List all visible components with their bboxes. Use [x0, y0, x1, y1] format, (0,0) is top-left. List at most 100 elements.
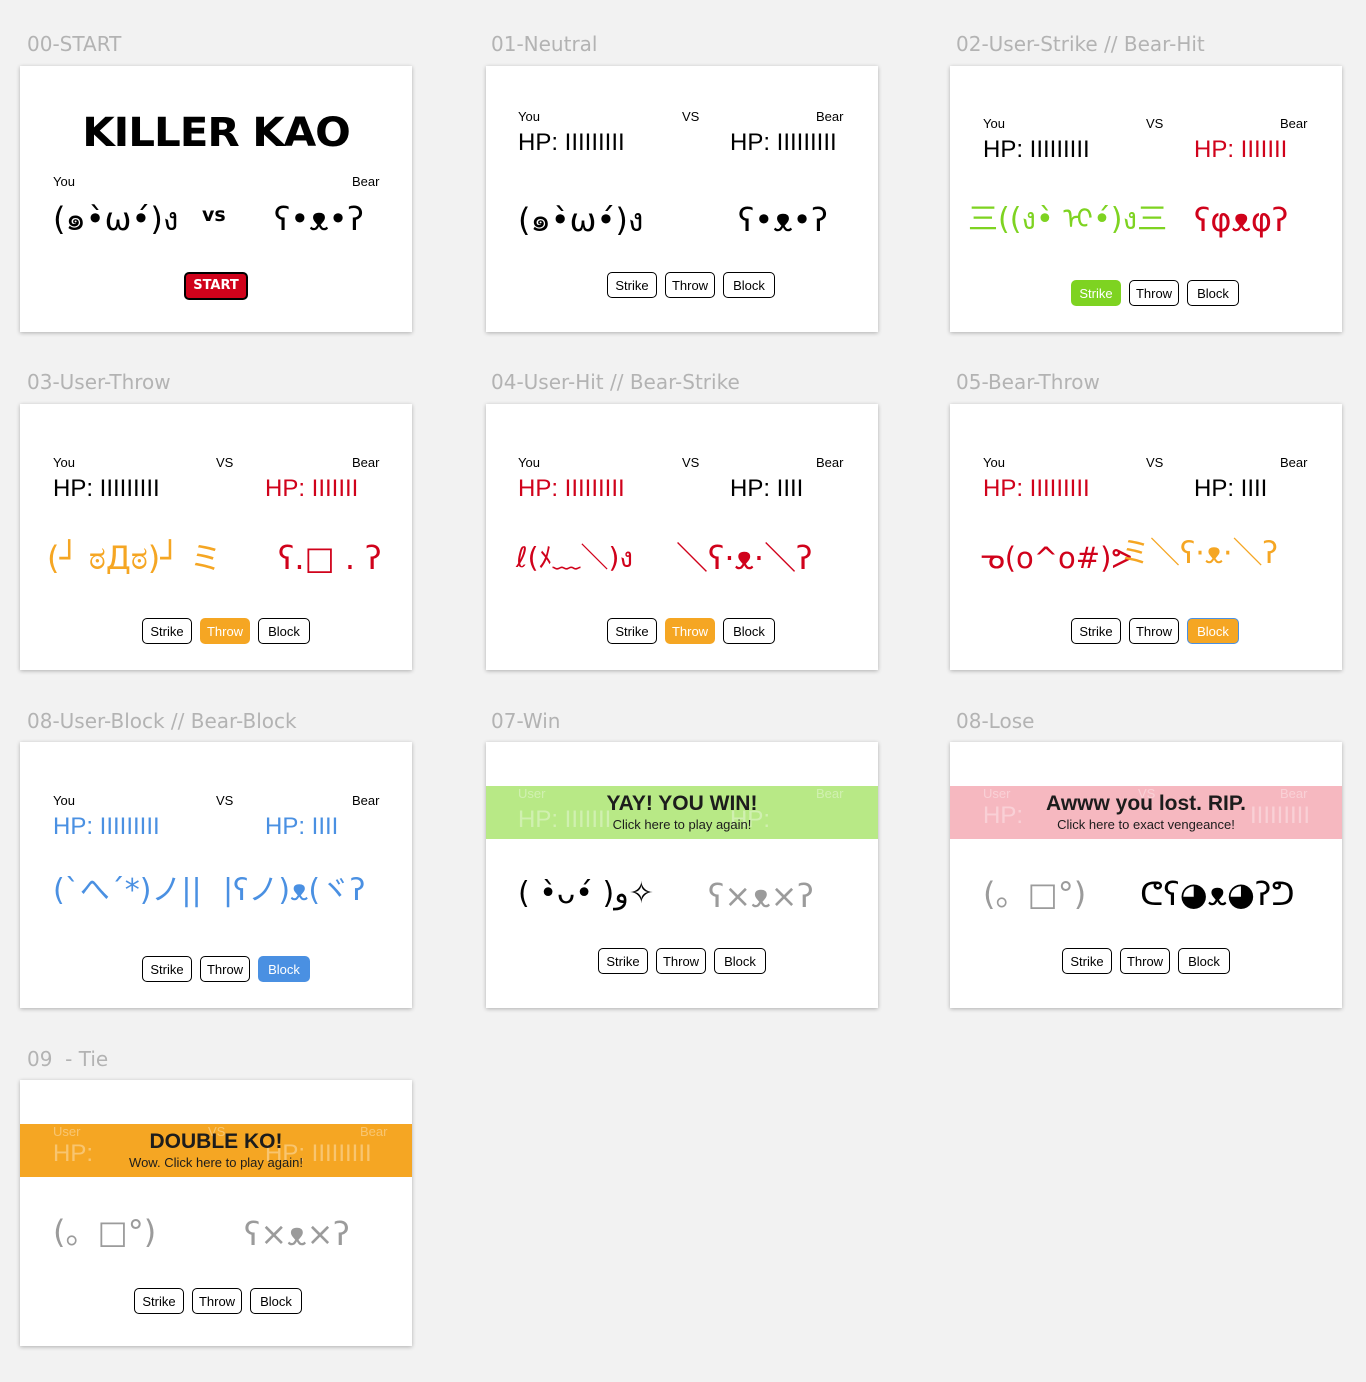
user-kaomoji: (。□°) [53, 1213, 157, 1251]
banner-title: Awww you lost. RIP. [1046, 792, 1246, 815]
artboard-win: User Bear HP: IIIIIII HP: YAY! YOU WIN! … [486, 742, 878, 1008]
block-button[interactable]: Block [1187, 280, 1239, 306]
strike-button[interactable]: Strike [142, 956, 192, 982]
strike-button[interactable]: Strike [134, 1288, 184, 1314]
game-title: KILLER KAO [82, 110, 351, 156]
you-label: You [53, 455, 75, 470]
bear-kaomoji: ʕφᴥφʔ [1194, 201, 1289, 239]
block-button[interactable]: Block [250, 1288, 302, 1314]
user-hp: HP: IIIIIIIII [53, 813, 160, 840]
artboard-user-strike: You VS Bear HP: IIIIIIIII HP: IIIIIII 三(… [950, 66, 1342, 332]
bear-hp: HP: IIII [1194, 475, 1268, 502]
user-kaomoji: (๑•̀ω•́)ง [518, 201, 644, 239]
win-banner[interactable]: User Bear HP: IIIIIII HP: YAY! YOU WIN! … [486, 786, 878, 839]
block-button[interactable]: Block [258, 956, 310, 982]
throw-button[interactable]: Throw [200, 956, 250, 982]
strike-button[interactable]: Strike [1071, 280, 1121, 306]
bear-kaomoji: ミ＼ʕ·ᴥ·＼ʔ [1120, 536, 1278, 571]
strike-button[interactable]: Strike [142, 618, 192, 644]
vs-label: VS [682, 109, 700, 124]
throw-button[interactable]: Throw [656, 948, 706, 974]
block-button[interactable]: Block [723, 272, 775, 298]
artboard-tie: User VS Bear HP: HP: IIIIIIIII DOUBLE KO… [20, 1080, 412, 1346]
frame-title: 00-START [27, 32, 122, 56]
bear-label: Bear [352, 455, 380, 470]
you-label: You [518, 455, 540, 470]
frame-title: 04-User-Hit // Bear-Strike [491, 370, 740, 394]
vs-label: VS [1146, 455, 1164, 470]
throw-button[interactable]: Throw [200, 618, 250, 644]
user-kaomoji: (。□°) [983, 875, 1087, 913]
vs-label: VS [216, 455, 234, 470]
bear-kaomoji: |ʕノ)ᴥ(ヾʔ [223, 873, 366, 908]
user-hp: HP: IIIIIIIII [983, 475, 1090, 502]
frame-title: 08-User-Block // Bear-Block [27, 709, 297, 733]
bear-kaomoji: ʕ×ᴥ×ʔ [708, 877, 814, 915]
throw-button[interactable]: Throw [192, 1288, 242, 1314]
banner-title: DOUBLE KO! [149, 1130, 283, 1153]
bear-kaomoji: ᕦʕ◕ᴥ◕ʔᕤ [1140, 875, 1295, 913]
frame-title: 05-Bear-Throw [956, 370, 1100, 394]
bear-hp: HP: IIIIIII [1194, 136, 1288, 163]
block-button[interactable]: Block [258, 618, 310, 644]
you-label: You [983, 455, 1005, 470]
vs-label: vs [202, 204, 226, 226]
user-kaomoji: ( •̀ᴗ•́ )و✧ [518, 876, 654, 911]
frame-title: 02-User-Strike // Bear-Hit [956, 32, 1205, 56]
frame-title: 08-Lose [956, 709, 1035, 733]
bear-hp: HP: IIIIIII [265, 475, 359, 502]
throw-button[interactable]: Throw [1129, 280, 1179, 306]
bear-hp: HP: IIII [730, 475, 804, 502]
strike-button[interactable]: Strike [607, 272, 657, 298]
strike-button[interactable]: Strike [1062, 948, 1112, 974]
throw-button[interactable]: Throw [1129, 618, 1179, 644]
user-hp: HP: IIIIIIIII [518, 129, 625, 156]
you-label: You [983, 116, 1005, 131]
strike-button[interactable]: Strike [607, 618, 657, 644]
banner-subtitle: Click here to play again! [612, 817, 752, 832]
user-hp: HP: IIIIIIIII [53, 475, 160, 502]
bear-label: Bear [816, 109, 844, 124]
bear-kaomoji: ʕ•ᴥ•ʔ [738, 201, 828, 239]
banner-subtitle: Click here to exact vengeance! [1057, 817, 1235, 832]
banner-title: YAY! YOU WIN! [606, 792, 758, 815]
bear-label: Bear [1280, 116, 1308, 131]
start-button[interactable]: START [184, 272, 248, 300]
artboard-start: KILLER KAO You Bear (๑•̀ω•́)ง vs ʕ•ᴥ•ʔ S… [20, 66, 412, 332]
user-kaomoji: ᓀ(o^o#)ᕗ [980, 541, 1133, 575]
bear-kaomoji: ʕ.□ . ʔ [278, 539, 382, 577]
artboard-bear-throw: You VS Bear HP: IIIIIIIII HP: IIII ᓀ(o^o… [950, 404, 1342, 670]
block-button[interactable]: Block [723, 618, 775, 644]
user-hp: HP: IIIIIIIII [983, 136, 1090, 163]
artboard-lose: User VS Bear HP: IIIIIIIII Awww you lost… [950, 742, 1342, 1008]
throw-button[interactable]: Throw [665, 618, 715, 644]
strike-button[interactable]: Strike [598, 948, 648, 974]
you-label: You [53, 174, 75, 189]
vs-label: VS [1146, 116, 1164, 131]
bear-kaomoji: ＼ʕ·ᴥ·＼ʔ [676, 539, 813, 577]
bear-label: Bear [352, 174, 380, 189]
artboard-user-hit: You VS Bear HP: IIIIIIIII HP: IIII ℓ(ﾒ﹏＼… [486, 404, 878, 670]
user-hp: HP: IIIIIIIII [518, 475, 625, 502]
bear-kaomoji: ʕ•ᴥ•ʔ [274, 200, 364, 238]
strike-button[interactable]: Strike [1071, 618, 1121, 644]
banner-subtitle: Wow. Click here to play again! [129, 1155, 303, 1170]
bear-label: Bear [352, 793, 380, 808]
artboard-neutral: You VS Bear HP: IIIIIIIII HP: IIIIIIIII … [486, 66, 878, 332]
bear-hp: HP: IIIIIIIII [730, 129, 837, 156]
user-kaomoji: ℓ(ﾒ﹏＼)ง [516, 541, 634, 574]
throw-button[interactable]: Throw [1120, 948, 1170, 974]
throw-button[interactable]: Throw [665, 272, 715, 298]
frame-title: 03-User-Throw [27, 370, 171, 394]
vs-label: VS [216, 793, 234, 808]
lose-banner[interactable]: User VS Bear HP: IIIIIIIII Awww you lost… [950, 786, 1342, 839]
tie-banner[interactable]: User VS Bear HP: HP: IIIIIIIII DOUBLE KO… [20, 1124, 412, 1177]
block-button[interactable]: Block [1187, 618, 1239, 644]
frame-title: 07-Win [491, 709, 561, 733]
block-button[interactable]: Block [1178, 948, 1230, 974]
bear-hp: HP: IIII [265, 813, 339, 840]
bear-kaomoji: ʕ×ᴥ×ʔ [244, 1215, 350, 1253]
block-button[interactable]: Block [714, 948, 766, 974]
you-label: You [518, 109, 540, 124]
bear-label: Bear [1280, 455, 1308, 470]
